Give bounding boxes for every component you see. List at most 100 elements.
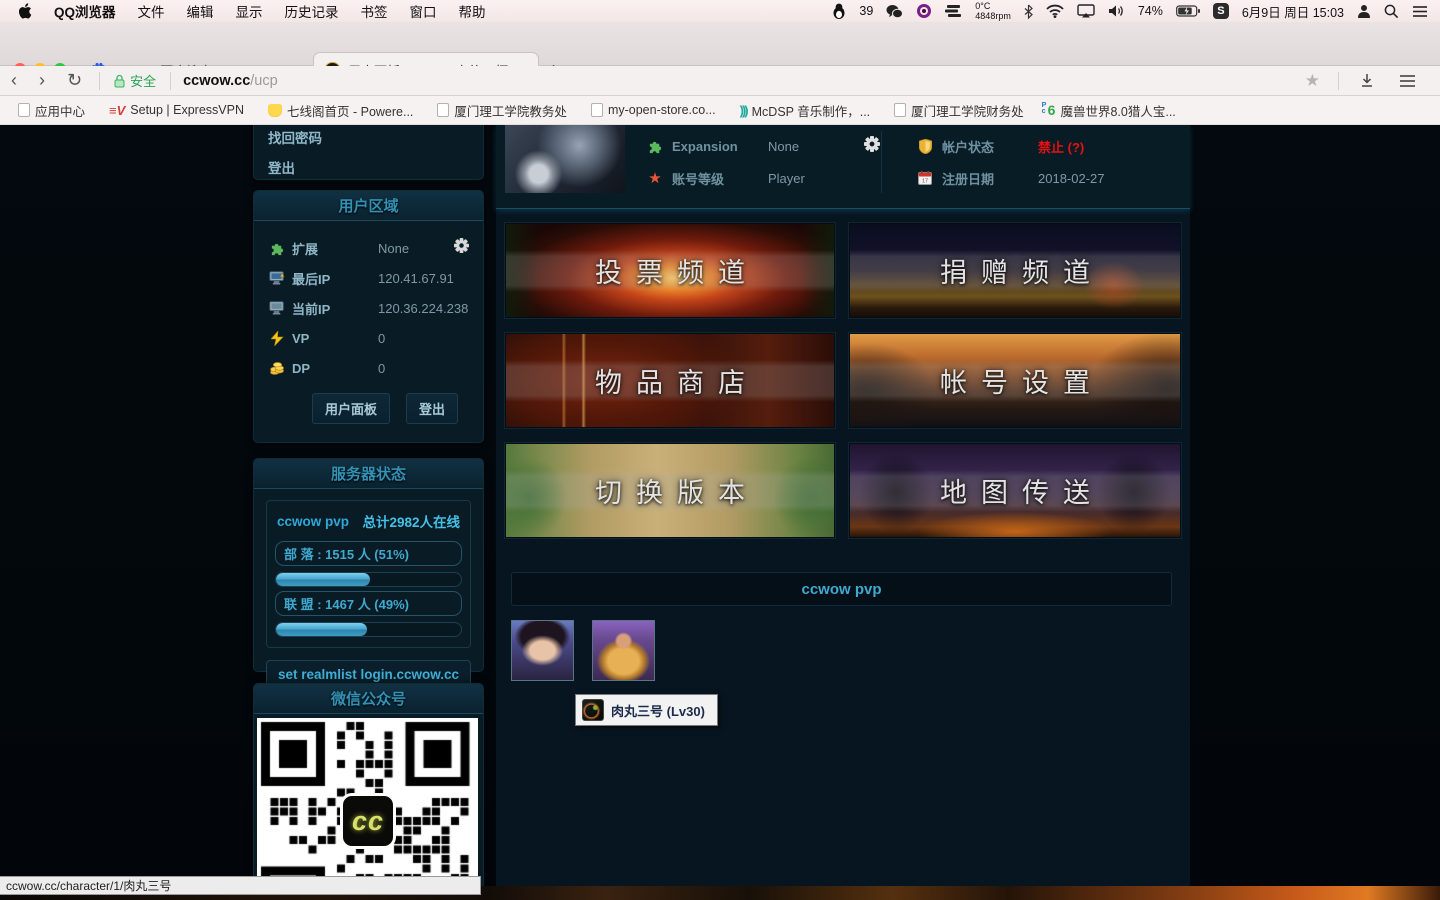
banner-label: 切换版本: [506, 444, 835, 537]
banner-switch-version[interactable]: 切换版本: [505, 443, 835, 538]
battery-icon[interactable]: [1176, 5, 1200, 17]
user-area-title: 用户区域: [254, 191, 483, 221]
banner-label: 捐赠频道: [850, 224, 1181, 317]
notification-center-icon[interactable]: [1412, 5, 1428, 18]
banner-label: 帐号设置: [850, 334, 1181, 427]
address-bar[interactable]: ccwow.cc/ucp: [183, 73, 278, 89]
wechat-status-icon[interactable]: [886, 4, 903, 19]
bookmark-expressvpn[interactable]: ≡VSetup | ExpressVPN: [101, 103, 252, 118]
bookmark-mcdsp[interactable]: )))McDSP 音乐制作，...: [732, 101, 879, 120]
bookmark-open-store[interactable]: my-open-store.co...: [583, 103, 724, 117]
horde-progress-fill: [276, 573, 370, 586]
browser-menu-icon[interactable]: [1389, 74, 1426, 88]
link-logout[interactable]: 登出: [254, 152, 483, 182]
row-label: 最后IP: [292, 269, 378, 288]
alliance-count: 联 盟 : 1467 人 (49%): [275, 591, 462, 616]
online-total: 总计2982人在线: [362, 511, 460, 531]
spotlight-search-icon[interactable]: [1384, 4, 1399, 19]
divider: [1338, 72, 1339, 90]
bookmark-qixiange[interactable]: 七线阁首页 - Powere...: [260, 101, 421, 120]
account-level-row: ★ 账号等级 Player: [646, 167, 805, 189]
screen: QQ浏览器 文件 编辑 显示 历史记录 书签 窗口 帮助 39 0°C: [0, 0, 1440, 900]
webpage-ucp: 找回密码 登出 用户区域 扩展 None 最后IP: [0, 125, 1440, 900]
row-vp: VP 0: [254, 323, 483, 353]
link-status-bar: ccwow.cc/character/1/肉丸三号: [0, 876, 481, 895]
banner-vote[interactable]: 投票频道: [505, 223, 835, 318]
status-label: 帐户状态: [942, 137, 1030, 156]
puzzle-icon: [646, 139, 664, 154]
coins-icon: [268, 361, 286, 375]
bluetooth-icon[interactable]: [1024, 4, 1033, 19]
mcdsp-icon: ))): [740, 103, 747, 118]
bookmark-xmut-jwc[interactable]: 厦门理工学院教务处: [429, 101, 575, 120]
banner-label: 投票频道: [506, 224, 835, 317]
page-icon: [18, 103, 30, 117]
reload-button[interactable]: ↻: [56, 70, 93, 91]
browser-navbar: ‹ › ↻ 安全 ccwow.cc/ucp ★: [0, 66, 1440, 96]
expansion-value: None: [768, 139, 856, 154]
airplay-display-icon[interactable]: [1077, 4, 1095, 18]
bookmark-app-center[interactable]: 应用中心: [10, 101, 93, 120]
character-avatar-2[interactable]: [592, 620, 655, 681]
downloads-icon[interactable]: [1349, 73, 1385, 89]
logout-button[interactable]: 登出: [406, 393, 458, 424]
qr-center-logo: cc: [340, 793, 396, 849]
menu-bookmarks[interactable]: 书签: [361, 1, 388, 21]
user-panel-button[interactable]: 用户面板: [312, 393, 390, 424]
input-method-icon[interactable]: S: [1213, 3, 1229, 19]
banner-shop[interactable]: 物品商店: [505, 333, 835, 428]
security-badge[interactable]: 安全: [106, 71, 164, 90]
gear-icon[interactable]: [864, 136, 880, 157]
menubar-app-name[interactable]: QQ浏览器: [54, 1, 116, 21]
url-path: /ucp: [250, 73, 277, 89]
istat-status-icon[interactable]: [945, 4, 962, 18]
back-button[interactable]: ‹: [0, 70, 28, 91]
calendar-icon: 17: [916, 171, 934, 185]
svg-text:17: 17: [922, 179, 928, 185]
record-status-icon[interactable]: [916, 3, 932, 19]
menu-window[interactable]: 窗口: [410, 1, 437, 21]
level-value: Player: [768, 171, 805, 186]
bookmarks-bar: 应用中心 ≡VSetup | ExpressVPN 七线阁首页 - Powere…: [0, 96, 1440, 125]
menu-file[interactable]: 文件: [138, 1, 165, 21]
banner-map-teleport[interactable]: 地图传送: [849, 443, 1181, 538]
regdate-label: 注册日期: [942, 169, 1030, 188]
level-label: 账号等级: [672, 169, 760, 188]
main-content: Expansion None ★ 账号等级 Player 帐户状态: [496, 125, 1190, 900]
server-status-title: 服务器状态: [254, 459, 483, 489]
row-label: 当前IP: [292, 299, 378, 318]
bookmark-star-icon[interactable]: ★: [1297, 71, 1328, 91]
forward-button[interactable]: ›: [28, 70, 56, 91]
menubar-datetime[interactable]: 6月9日 周日 15:03: [1242, 2, 1344, 21]
expansion-label: Expansion: [672, 139, 760, 154]
menu-edit[interactable]: 编辑: [187, 1, 214, 21]
realm-status-box: ccwow pvp 总计2982人在线 部 落 : 1515 人 (51%) 联…: [266, 500, 471, 648]
star-icon: ★: [646, 169, 664, 187]
apple-menu-icon[interactable]: [18, 3, 32, 19]
status-value-banned[interactable]: 禁止 (?): [1038, 137, 1084, 156]
bookmark-wow-hunter[interactable]: Pc6魔兽世界8.0猎人宝...: [1040, 101, 1184, 120]
user-status-icon[interactable]: [1357, 4, 1371, 18]
qq-status-icon[interactable]: [832, 3, 846, 19]
divider: [170, 72, 171, 90]
account-status-row: 帐户状态 禁止 (?): [916, 135, 1084, 157]
bookmark-xmut-cwc[interactable]: 厦门理工学院财务处: [886, 101, 1032, 120]
volume-icon[interactable]: [1108, 4, 1125, 18]
character-avatar-1[interactable]: [511, 620, 574, 681]
row-label: 扩展: [292, 239, 378, 258]
security-label: 安全: [130, 71, 156, 90]
banner-label: 地图传送: [850, 444, 1181, 537]
banner-donate[interactable]: 捐赠频道: [849, 223, 1181, 318]
temp-fan-readout[interactable]: 0°C4848rpm: [975, 1, 1011, 21]
menu-help[interactable]: 帮助: [459, 1, 486, 21]
url-host: ccwow.cc: [183, 73, 250, 89]
character-portrait-image: [505, 125, 625, 193]
menu-history[interactable]: 历史记录: [285, 1, 339, 21]
wifi-icon[interactable]: [1046, 4, 1064, 18]
link-recover-password[interactable]: 找回密码: [254, 125, 483, 152]
gear-icon[interactable]: [454, 238, 469, 258]
banner-account-settings[interactable]: 帐号设置: [849, 333, 1181, 428]
tooltip-text: 肉丸三号 (Lv30): [611, 701, 705, 720]
menu-view[interactable]: 显示: [236, 1, 263, 21]
row-value: 0: [378, 361, 469, 376]
